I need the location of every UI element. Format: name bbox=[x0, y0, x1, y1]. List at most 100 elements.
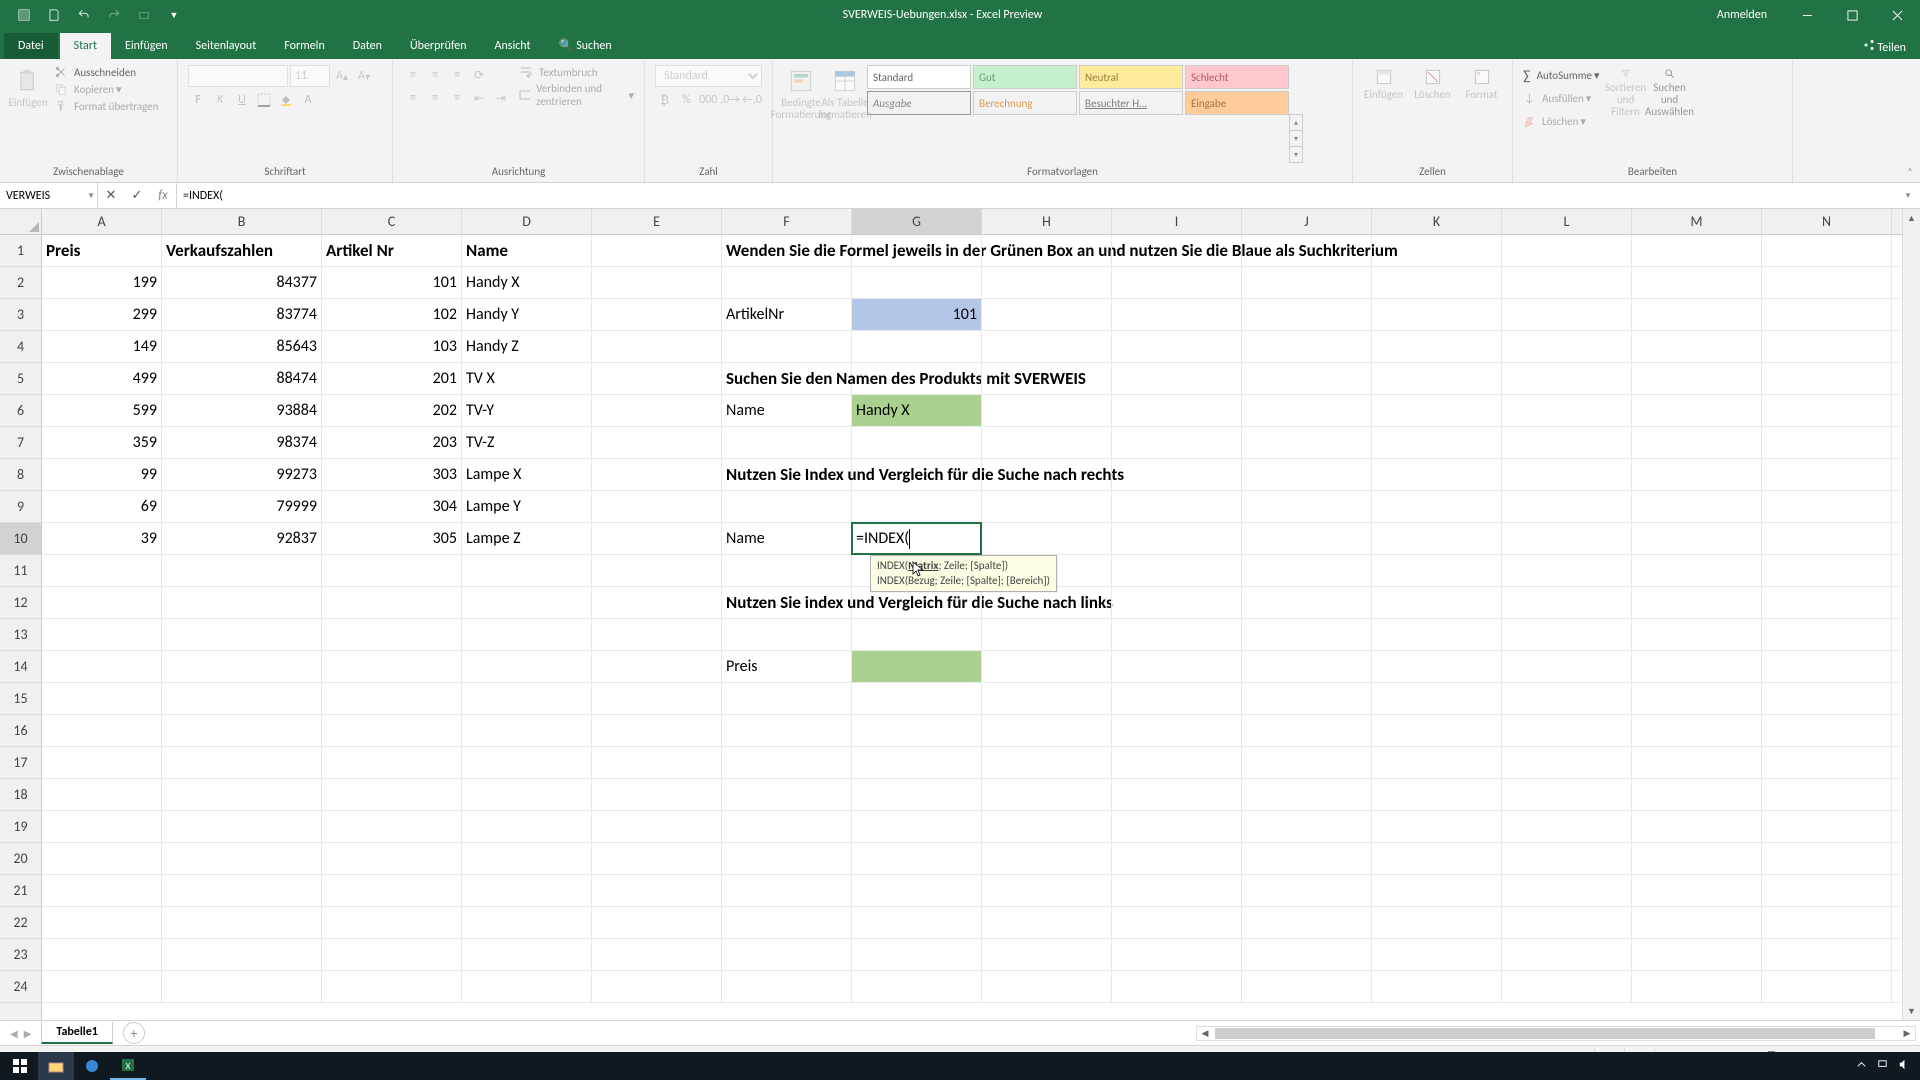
row-header[interactable]: 3 bbox=[0, 299, 41, 331]
cell[interactable] bbox=[1112, 299, 1242, 330]
cell[interactable]: 203 bbox=[322, 427, 462, 458]
cell[interactable] bbox=[982, 331, 1112, 362]
cell[interactable] bbox=[1502, 651, 1632, 682]
tab-einfuegen[interactable]: Einfügen bbox=[111, 33, 182, 59]
cell[interactable] bbox=[982, 267, 1112, 298]
cell[interactable] bbox=[462, 843, 592, 874]
close-button[interactable] bbox=[1875, 0, 1920, 30]
cell[interactable] bbox=[1242, 299, 1372, 330]
cell[interactable] bbox=[1762, 907, 1892, 938]
cell[interactable] bbox=[722, 555, 852, 586]
active-edit-cell[interactable]: =INDEX( bbox=[851, 522, 982, 555]
cell[interactable] bbox=[322, 939, 462, 970]
style-neutral[interactable]: Neutral bbox=[1079, 65, 1183, 89]
row-header[interactable]: 1 bbox=[0, 235, 41, 267]
undo-icon[interactable] bbox=[72, 3, 96, 27]
cell[interactable]: Nutzen Sie Index und Vergleich für die S… bbox=[722, 459, 852, 490]
cell[interactable] bbox=[1372, 907, 1502, 938]
cell[interactable] bbox=[592, 363, 722, 394]
cell[interactable] bbox=[42, 715, 162, 746]
cell[interactable] bbox=[852, 715, 982, 746]
cell[interactable] bbox=[1502, 331, 1632, 362]
cell[interactable] bbox=[1502, 939, 1632, 970]
cell[interactable] bbox=[1242, 651, 1372, 682]
cell[interactable] bbox=[592, 971, 722, 1002]
cell[interactable] bbox=[1632, 619, 1762, 650]
cell[interactable] bbox=[982, 427, 1112, 458]
minimize-button[interactable] bbox=[1785, 0, 1830, 30]
tab-suchen[interactable]: 🔍 Suchen bbox=[545, 32, 626, 59]
cell[interactable] bbox=[42, 971, 162, 1002]
cell[interactable] bbox=[462, 747, 592, 778]
cell[interactable]: Name bbox=[722, 395, 852, 426]
border-button[interactable] bbox=[254, 90, 274, 110]
tab-seitenlayout[interactable]: Seitenlayout bbox=[182, 33, 271, 59]
cell[interactable] bbox=[322, 779, 462, 810]
cell[interactable]: TV-Y bbox=[462, 395, 592, 426]
cell[interactable] bbox=[592, 459, 722, 490]
cell[interactable] bbox=[1762, 331, 1892, 362]
cell[interactable] bbox=[982, 235, 1112, 266]
cell[interactable]: Suchen Sie den Namen des Produkts mit SV… bbox=[722, 363, 852, 394]
cell[interactable] bbox=[162, 811, 322, 842]
inc-decimal-icon[interactable]: ,0→ bbox=[720, 90, 740, 110]
cell[interactable] bbox=[1632, 555, 1762, 586]
cell[interactable] bbox=[1112, 715, 1242, 746]
column-header[interactable]: M bbox=[1632, 209, 1762, 234]
cell[interactable] bbox=[1502, 811, 1632, 842]
bold-button[interactable]: F bbox=[188, 90, 208, 110]
row-header[interactable]: 8 bbox=[0, 459, 41, 491]
cell[interactable] bbox=[42, 843, 162, 874]
cell[interactable] bbox=[1502, 715, 1632, 746]
cell[interactable]: 102 bbox=[322, 299, 462, 330]
cell[interactable] bbox=[852, 363, 982, 394]
cell[interactable] bbox=[1502, 907, 1632, 938]
cell[interactable] bbox=[982, 875, 1112, 906]
cell[interactable] bbox=[1502, 843, 1632, 874]
cell[interactable] bbox=[462, 555, 592, 586]
cell[interactable]: 92837 bbox=[162, 523, 322, 554]
cell[interactable] bbox=[1242, 491, 1372, 522]
cell[interactable] bbox=[1112, 651, 1242, 682]
cell[interactable] bbox=[1372, 555, 1502, 586]
cell[interactable] bbox=[322, 715, 462, 746]
cell[interactable] bbox=[852, 235, 982, 266]
cell[interactable] bbox=[1242, 747, 1372, 778]
cell[interactable] bbox=[982, 747, 1112, 778]
cell[interactable] bbox=[982, 491, 1112, 522]
cell[interactable] bbox=[722, 619, 852, 650]
cell[interactable] bbox=[1112, 491, 1242, 522]
cell[interactable] bbox=[1762, 555, 1892, 586]
cell[interactable] bbox=[1242, 907, 1372, 938]
task-edge[interactable] bbox=[74, 1052, 110, 1080]
cell[interactable] bbox=[1372, 779, 1502, 810]
cell[interactable] bbox=[592, 779, 722, 810]
select-all-corner[interactable] bbox=[0, 209, 42, 235]
cell[interactable] bbox=[1762, 939, 1892, 970]
row-header[interactable]: 19 bbox=[0, 811, 41, 843]
cell[interactable] bbox=[592, 555, 722, 586]
cell[interactable] bbox=[852, 683, 982, 714]
cell[interactable] bbox=[1762, 875, 1892, 906]
cell[interactable] bbox=[1632, 875, 1762, 906]
row-header[interactable]: 15 bbox=[0, 683, 41, 715]
cell[interactable] bbox=[1762, 651, 1892, 682]
row-header[interactable]: 16 bbox=[0, 715, 41, 747]
row-header[interactable]: 22 bbox=[0, 907, 41, 939]
add-sheet-button[interactable]: + bbox=[123, 1022, 145, 1044]
cell[interactable] bbox=[722, 907, 852, 938]
cell[interactable]: 101 bbox=[322, 267, 462, 298]
cell[interactable] bbox=[722, 427, 852, 458]
cell[interactable] bbox=[42, 747, 162, 778]
cell[interactable] bbox=[1502, 875, 1632, 906]
tab-daten[interactable]: Daten bbox=[339, 33, 396, 59]
cell[interactable] bbox=[1242, 939, 1372, 970]
wrap-text-button[interactable]: Textumbruch bbox=[519, 65, 634, 79]
cell[interactable]: 599 bbox=[42, 395, 162, 426]
cell[interactable] bbox=[162, 683, 322, 714]
cell[interactable] bbox=[1372, 811, 1502, 842]
cell[interactable] bbox=[1372, 427, 1502, 458]
cell[interactable] bbox=[722, 491, 852, 522]
cell[interactable] bbox=[1112, 331, 1242, 362]
cell[interactable] bbox=[852, 619, 982, 650]
